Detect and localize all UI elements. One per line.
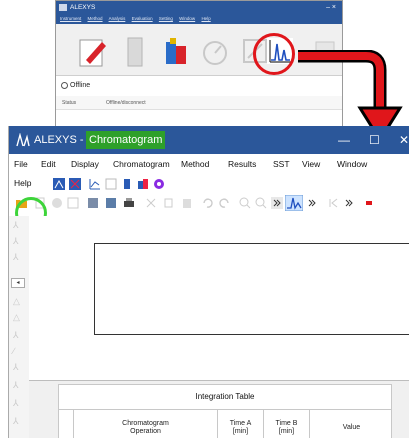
integration-table-header: Chromatogram Operation Time A [min] Time…: [59, 409, 391, 438]
stop-icon[interactable]: [363, 197, 375, 209]
table-row-header: [59, 410, 73, 438]
top-menu-analysis[interactable]: Analysis: [109, 16, 126, 21]
top-menu-evaluation[interactable]: Evaluation: [132, 16, 153, 21]
cut-icon[interactable]: [145, 197, 157, 209]
menu-window[interactable]: Window: [337, 159, 367, 169]
edit-method-icon[interactable]: [74, 32, 112, 70]
graph-gray-icon[interactable]: [105, 178, 117, 190]
side-tool-icon[interactable]: ⅄: [13, 416, 24, 427]
side-tool-icon[interactable]: ⅄: [13, 380, 24, 391]
scroll-left-button[interactable]: ◂: [11, 278, 25, 288]
redo-icon[interactable]: [219, 197, 231, 209]
delete-icon[interactable]: [51, 197, 63, 209]
overflow-chevron-icon[interactable]: [306, 197, 318, 209]
column-time-a[interactable]: Time A [min]: [217, 410, 263, 438]
target-icon[interactable]: [153, 178, 165, 190]
side-tool-icon[interactable]: ⅄: [13, 252, 24, 263]
side-tool-icon[interactable]: ⅄: [13, 236, 24, 247]
top-menu-help[interactable]: Help: [201, 16, 210, 21]
batch-icon[interactable]: [137, 178, 149, 190]
side-tool-icon[interactable]: ⅄: [13, 330, 24, 341]
overflow-chevron-icon[interactable]: [343, 197, 355, 209]
sample-icon[interactable]: [121, 178, 133, 190]
screenshot-stage: ALEXYS – × Instrument Method Analysis Ev…: [0, 0, 409, 438]
window-name-badge: Chromatogram: [86, 131, 166, 149]
properties-icon[interactable]: [67, 197, 79, 209]
column-label: Time A: [229, 420, 252, 427]
toolbar-row-2: [9, 192, 409, 214]
vertical-scrollbar[interactable]: [399, 384, 409, 438]
copy-icon[interactable]: [163, 197, 175, 209]
chromatogram-window: ALEXYS - Chromatogram — ☐ ✕ File Edit Di…: [8, 126, 409, 438]
zoom-in-icon[interactable]: [239, 197, 251, 209]
maximize-button[interactable]: ☐: [369, 126, 380, 154]
top-menubar: Instrument Method Analysis Evaluation Se…: [56, 14, 342, 24]
menu-method[interactable]: Method: [181, 159, 209, 169]
overlay-icon[interactable]: [69, 178, 81, 190]
side-tool-icon[interactable]: ⅄: [13, 398, 24, 409]
red-highlight-circle: [253, 33, 295, 75]
column-label: [min]: [232, 428, 249, 435]
menu-edit[interactable]: Edit: [41, 159, 56, 169]
close-button[interactable]: ✕: [399, 126, 409, 154]
integration-table-title: Integration Table: [195, 392, 255, 401]
minimize-button[interactable]: —: [338, 126, 350, 154]
top-window-title: ALEXYS: [70, 4, 96, 11]
menu-help[interactable]: Help: [14, 178, 31, 188]
column-value[interactable]: Value: [309, 410, 393, 438]
sequence-icon[interactable]: [156, 32, 194, 70]
column-time-b[interactable]: Time B [min]: [263, 410, 309, 438]
menu-chromatogram[interactable]: Chromatogram: [113, 159, 170, 169]
app-name: ALEXYS -: [34, 134, 84, 146]
main-title-bar: ALEXYS - Chromatogram — ☐ ✕: [9, 126, 409, 154]
side-tool-icon[interactable]: △: [13, 296, 24, 307]
side-tool-icon[interactable]: △: [13, 312, 24, 323]
zoom-out-icon[interactable]: [255, 197, 267, 209]
menu-file[interactable]: File: [14, 159, 28, 169]
integration-table: Integration Table Chromatogram Operation…: [58, 384, 392, 438]
chromatogram-plot[interactable]: [94, 243, 409, 335]
alexys-logo-icon: [59, 4, 67, 11]
print-icon[interactable]: [123, 197, 135, 209]
offline-icon: [61, 82, 68, 89]
column-operation[interactable]: Chromatogram Operation: [73, 410, 217, 438]
paste-icon[interactable]: [181, 197, 193, 209]
menu-sst[interactable]: SST: [273, 159, 290, 169]
side-tool-icon[interactable]: ⅄: [13, 220, 24, 231]
gauge-icon[interactable]: [196, 32, 234, 70]
status-text: Offline: [70, 82, 91, 89]
top-menu-method[interactable]: Method: [88, 16, 103, 21]
display-chromatogram-icon[interactable]: [53, 178, 65, 190]
grid-label: Status: [62, 100, 77, 106]
menu-display[interactable]: Display: [71, 159, 99, 169]
menu-view[interactable]: View: [302, 159, 320, 169]
top-menu-instrument[interactable]: Instrument: [60, 16, 81, 21]
undo-icon[interactable]: [201, 197, 213, 209]
top-menu-setting[interactable]: Setting: [159, 16, 173, 21]
column-label: Value: [342, 424, 361, 431]
main-menubar: File Edit Display Chromatogram Method Re…: [9, 154, 409, 174]
chromatogram-icon[interactable]: [285, 195, 303, 211]
export-icon[interactable]: [105, 197, 117, 209]
column-label: Chromatogram: [122, 420, 169, 427]
column-label: Time B: [275, 420, 298, 427]
grid-value: Offline/disconnect: [106, 100, 146, 106]
trend-icon[interactable]: [89, 178, 101, 190]
side-tool-icon[interactable]: ⅄: [13, 362, 24, 373]
column-label: Operation: [130, 428, 161, 435]
side-tool-icon[interactable]: ∕: [13, 346, 24, 357]
top-title-bar: ALEXYS – ×: [56, 1, 342, 14]
side-toolbar: ⅄ ⅄ ⅄ ◂ △ △ ⅄ ∕ ⅄ ⅄ ⅄ ⅄: [9, 216, 29, 438]
report-preview-icon[interactable]: [87, 197, 99, 209]
first-icon[interactable]: [327, 197, 339, 209]
menu-results[interactable]: Results: [228, 159, 256, 169]
instrument-icon[interactable]: [116, 32, 154, 70]
top-menu-window[interactable]: Window: [179, 16, 195, 21]
overflow-chevron-icon[interactable]: [271, 197, 283, 209]
column-label: [min]: [278, 428, 295, 435]
chromatogram-area: [29, 216, 409, 380]
top-window-controls[interactable]: – ×: [326, 1, 336, 14]
alexys-logo-icon: [16, 133, 30, 147]
integration-panel: Integration Table Chromatogram Operation…: [29, 380, 409, 438]
